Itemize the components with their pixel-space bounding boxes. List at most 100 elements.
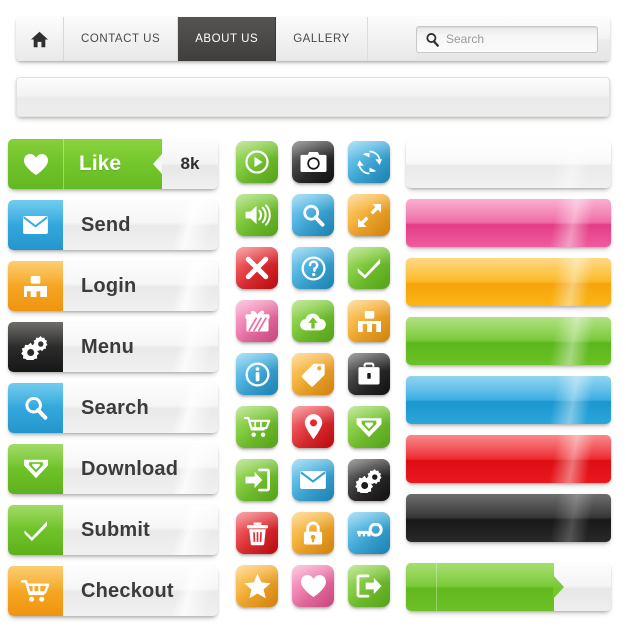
menu-button-body[interactable]: Menu	[63, 322, 218, 372]
gift-icon-tile[interactable]	[236, 300, 278, 342]
ui-kit-canvas: CONTACT US ABOUT US GALLERY Search Like …	[0, 0, 626, 626]
settings-icon-tile[interactable]	[348, 459, 390, 501]
like-count-value: 8k	[180, 154, 200, 173]
bar-shine	[545, 199, 599, 247]
play-icon	[245, 150, 269, 174]
checkout-button-body[interactable]: Checkout	[63, 566, 218, 616]
key-icon	[356, 523, 383, 543]
shopping-cart-icon	[243, 416, 271, 439]
mail-icon-tile[interactable]	[292, 459, 334, 501]
green-bar-button[interactable]	[406, 317, 611, 365]
nav-item-gallery[interactable]: GALLERY	[276, 17, 368, 61]
home-icon	[30, 31, 49, 48]
checkout-button[interactable]: Checkout	[8, 566, 218, 616]
delete-icon-tile[interactable]	[236, 512, 278, 554]
volume-icon-tile[interactable]	[236, 194, 278, 236]
search-icon-tile[interactable]	[292, 194, 334, 236]
check-icon	[8, 505, 63, 555]
account-icon-tile[interactable]	[348, 300, 390, 342]
send-button[interactable]: Send	[8, 200, 218, 250]
black-bar-button[interactable]	[406, 494, 611, 542]
download-icon-tile[interactable]	[348, 406, 390, 448]
bar-shine	[545, 258, 599, 306]
home-button[interactable]	[16, 17, 64, 61]
send-button-body[interactable]: Send	[63, 200, 218, 250]
signout-icon-tile[interactable]	[348, 565, 390, 607]
info-icon-tile[interactable]	[236, 353, 278, 395]
login-button[interactable]: Login	[8, 261, 218, 311]
like-icon-tile[interactable]	[292, 565, 334, 607]
help-icon-tile[interactable]	[292, 247, 334, 289]
cart-icon-tile[interactable]	[236, 406, 278, 448]
bar-gloss	[406, 563, 611, 588]
search-button-body[interactable]: Search	[63, 383, 218, 433]
gift-icon	[245, 309, 270, 333]
close-x-icon	[245, 256, 269, 280]
search-input[interactable]	[446, 32, 576, 46]
empty-toolbar-bar[interactable]	[16, 77, 610, 117]
download-button-body[interactable]: Download	[63, 444, 218, 494]
nav-item-about-us[interactable]: ABOUT US	[178, 17, 277, 61]
search-icon	[425, 32, 440, 47]
send-button-label: Send	[81, 213, 131, 236]
download-button[interactable]: Download	[8, 444, 218, 494]
confirm-icon-tile[interactable]	[348, 247, 390, 289]
like-button-label: Like	[79, 152, 122, 175]
play-icon-tile[interactable]	[236, 141, 278, 183]
navigation-bar: CONTACT US ABOUT US GALLERY	[16, 17, 610, 61]
map-pin-icon	[304, 414, 323, 440]
location-icon-tile[interactable]	[292, 406, 334, 448]
submit-button-body[interactable]: Submit	[63, 505, 218, 555]
checkout-button-label: Checkout	[81, 579, 174, 602]
close-icon-tile[interactable]	[236, 247, 278, 289]
volume-icon	[244, 204, 271, 226]
magnifier-icon	[8, 383, 63, 433]
refresh-icon-tile[interactable]	[348, 141, 390, 183]
gears-icon	[8, 322, 63, 372]
nav-item-contact-us[interactable]: CONTACT US	[64, 17, 179, 61]
submit-button-label: Submit	[81, 518, 150, 541]
bar-shine	[545, 317, 599, 365]
blue-bar-button[interactable]	[406, 376, 611, 424]
key-icon-tile[interactable]	[348, 512, 390, 554]
orange-bar-button[interactable]	[406, 258, 611, 306]
search-box[interactable]	[416, 25, 598, 53]
bar-shine	[545, 376, 599, 424]
camera-icon-tile[interactable]	[292, 141, 334, 183]
magnifier-icon	[301, 203, 326, 228]
login-arrow-icon	[244, 468, 270, 492]
heart-icon	[8, 139, 63, 189]
white-bar-button[interactable]	[406, 140, 611, 188]
envelope-icon	[8, 200, 63, 250]
camera-icon	[299, 151, 327, 173]
upload-icon-tile[interactable]	[292, 300, 334, 342]
menu-button-label: Menu	[81, 335, 135, 358]
lock-icon-tile[interactable]	[292, 512, 334, 554]
search-button[interactable]: Search	[8, 383, 218, 433]
green-notch-bar-button[interactable]	[406, 563, 611, 611]
check-icon	[356, 257, 382, 279]
like-count-badge: 8k	[162, 139, 218, 189]
red-bar-button[interactable]	[406, 435, 611, 483]
briefcase-icon-tile[interactable]	[348, 353, 390, 395]
expand-icon	[357, 203, 382, 228]
menu-button[interactable]: Menu	[8, 322, 218, 372]
pink-bar-button[interactable]	[406, 199, 611, 247]
logout-arrow-icon	[356, 574, 382, 598]
download-chevron-icon	[8, 444, 63, 494]
like-button[interactable]: Like 8k	[8, 139, 218, 189]
like-button-body[interactable]: Like	[63, 139, 162, 189]
question-icon	[300, 255, 326, 281]
submit-button[interactable]: Submit	[8, 505, 218, 555]
bar-shine	[545, 435, 599, 483]
login-button-body[interactable]: Login	[63, 261, 218, 311]
tag-icon-tile[interactable]	[292, 353, 334, 395]
favourite-icon-tile[interactable]	[236, 565, 278, 607]
envelope-icon	[299, 470, 327, 490]
tag-icon	[300, 362, 326, 387]
expand-icon-tile[interactable]	[348, 194, 390, 236]
briefcase-icon	[357, 362, 381, 386]
nav-search-region	[416, 17, 610, 61]
lock-icon	[302, 521, 324, 546]
signin-icon-tile[interactable]	[236, 459, 278, 501]
